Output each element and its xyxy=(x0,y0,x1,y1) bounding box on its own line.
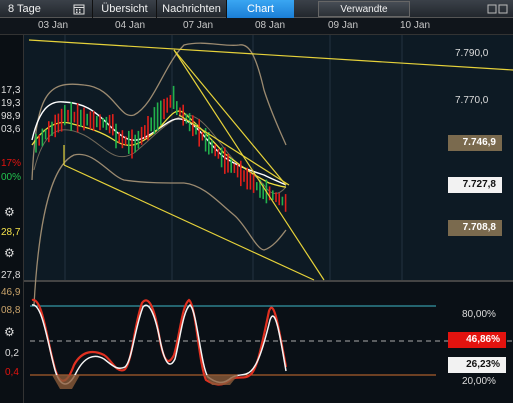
date-label: 07 Jan xyxy=(183,20,214,31)
calendar-icon[interactable] xyxy=(70,0,88,18)
date-axis: 03 Jan 04 Jan 07 Jan 08 Jan 09 Jan 10 Ja… xyxy=(0,18,513,35)
settings-gear-icon[interactable]: ⚙ xyxy=(4,205,15,219)
osc-value: 28,7 xyxy=(1,227,21,238)
range-selector[interactable]: 8 Tage xyxy=(0,0,58,18)
stoch-low-value: 0,2 xyxy=(5,348,19,359)
date-label: 08 Jan xyxy=(255,20,286,31)
top-toolbar: 8 Tage Übersicht Nachrichten Chart Verwa… xyxy=(0,0,513,18)
left-pct-green: 00% xyxy=(1,172,22,183)
left-value: 03,6 xyxy=(1,124,21,135)
price-tick: 7.770,0 xyxy=(455,95,489,106)
date-label: 03 Jan xyxy=(38,20,69,31)
stoch-mid-value: 08,8 xyxy=(1,305,21,316)
oscillator-panel-bg xyxy=(24,282,513,403)
price-panel-bg xyxy=(24,35,513,280)
price-marker: 7.746,9 xyxy=(448,135,502,151)
osc-tick: 80,00% xyxy=(462,309,496,320)
date-label: 09 Jan xyxy=(328,20,359,31)
lower-value: 27,8 xyxy=(1,270,21,281)
date-label: 10 Jan xyxy=(400,20,431,31)
tab-news[interactable]: Nachrichten xyxy=(156,0,226,18)
settings-gear-icon[interactable]: ⚙ xyxy=(4,246,15,260)
left-value-strip: 17,3 19,3 98,9 03,6 17% 00% ⚙ 28,7 ⚙ 27,… xyxy=(0,35,24,403)
window-controls-icon[interactable] xyxy=(486,2,510,16)
left-value: 19,3 xyxy=(1,98,21,109)
settings-gear-icon[interactable]: ⚙ xyxy=(4,325,15,339)
left-value: 98,9 xyxy=(1,111,21,122)
price-tick: 7.790,0 xyxy=(455,48,489,59)
price-marker-last: 7.727,8 xyxy=(448,177,502,193)
left-value: 17,3 xyxy=(1,85,21,96)
price-marker: 7.708,8 xyxy=(448,220,502,236)
stoch-min-value: 0,4 xyxy=(5,367,19,378)
tab-chart[interactable]: Chart xyxy=(226,0,294,18)
left-pct-red: 17% xyxy=(1,158,22,169)
osc-marker-k: 46,86% xyxy=(448,332,506,348)
osc-tick: 20,00% xyxy=(462,376,496,387)
stoch-top-value: 46,9 xyxy=(1,287,21,298)
date-label: 04 Jan xyxy=(115,20,146,31)
osc-marker-d: 26,23% xyxy=(448,357,506,373)
tab-overview[interactable]: Übersicht xyxy=(92,0,156,18)
price-chart[interactable] xyxy=(24,35,513,403)
related-button[interactable]: Verwandte xyxy=(318,1,410,17)
